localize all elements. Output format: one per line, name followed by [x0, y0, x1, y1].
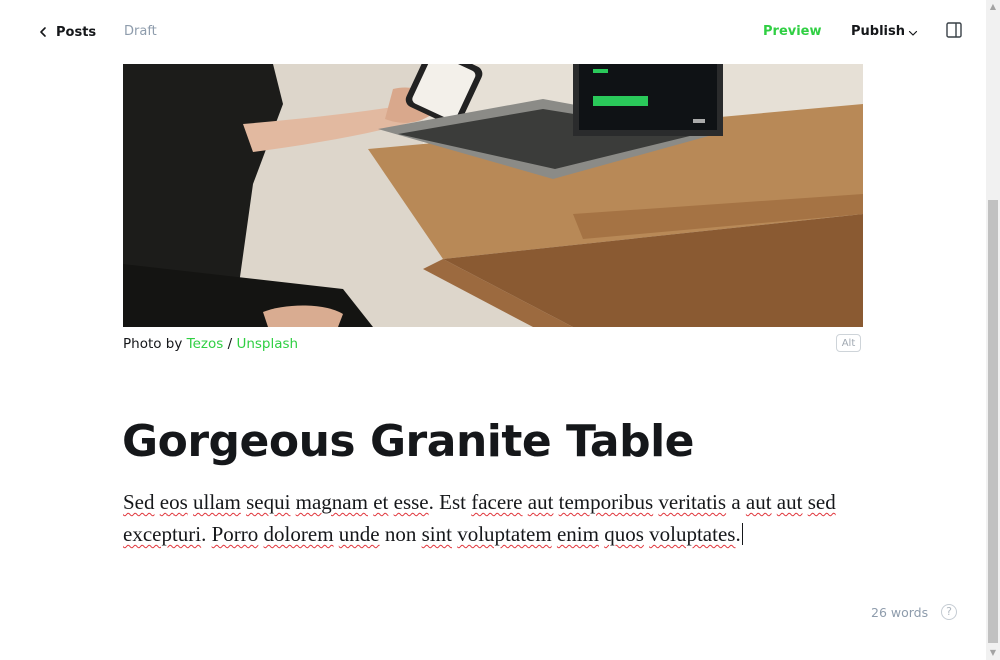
misspelled-word: sed — [807, 490, 836, 514]
feature-image[interactable] — [123, 64, 863, 327]
misspelled-word: aut — [776, 490, 803, 514]
feature-photo — [123, 64, 863, 327]
body-text: non — [379, 522, 422, 546]
misspelled-word: facere — [471, 490, 523, 514]
misspelled-word: dolorem — [263, 522, 334, 546]
editor-header: Posts Draft Preview Publish — [0, 0, 986, 64]
preview-button[interactable]: Preview — [763, 24, 822, 39]
photo-source-link[interactable]: Unsplash — [236, 336, 298, 352]
word-count: 26 words — [871, 605, 929, 620]
misspelled-word: et — [373, 490, 389, 514]
misspelled-word: magnam — [295, 490, 368, 514]
misspelled-word: excepturi — [123, 522, 202, 546]
alt-text-button[interactable]: Alt — [836, 334, 861, 352]
post-status: Draft — [124, 24, 157, 39]
body-text: . — [201, 522, 212, 546]
body-text: . — [735, 522, 741, 546]
back-label: Posts — [56, 24, 97, 40]
sidebar-panel-icon[interactable] — [945, 21, 963, 39]
misspelled-word: aut — [527, 490, 554, 514]
misspelled-word: Porro — [211, 522, 259, 546]
misspelled-word: voluptates — [649, 522, 736, 546]
misspelled-word: Sed — [123, 490, 155, 514]
back-to-posts-link[interactable]: Posts — [36, 22, 96, 42]
misspelled-word: veritatis — [658, 490, 727, 514]
editor-page: Posts Draft Preview Publish Photo by Tez… — [0, 0, 1000, 660]
chevron-left-icon — [40, 27, 46, 37]
post-title[interactable]: Gorgeous Granite Table — [122, 416, 862, 467]
caption-prefix: Photo by — [123, 336, 187, 352]
scroll-down-arrow[interactable]: ▼ — [986, 646, 1000, 660]
publish-button[interactable]: Publish — [851, 24, 918, 39]
body-text: . Est — [428, 490, 472, 514]
scroll-thumb[interactable] — [988, 200, 998, 643]
misspelled-word: esse — [393, 490, 429, 514]
misspelled-word: voluptatem — [457, 522, 552, 546]
misspelled-word: temporibus — [558, 490, 654, 514]
misspelled-word: enim — [556, 522, 599, 546]
scrollbar[interactable]: ▲ ▼ — [986, 0, 1000, 660]
publish-label: Publish — [851, 24, 905, 39]
help-button[interactable]: ? — [941, 604, 957, 620]
misspelled-word: quos — [604, 522, 644, 546]
post-body[interactable]: Sed eos ullam sequi magnam et esse. Est … — [123, 486, 843, 550]
scroll-up-arrow[interactable]: ▲ — [986, 0, 1000, 14]
misspelled-word: ullam — [193, 490, 241, 514]
misspelled-word: sequi — [246, 490, 291, 514]
image-caption[interactable]: Photo by Tezos / Unsplash — [123, 336, 298, 352]
misspelled-word: eos — [159, 490, 188, 514]
text-cursor — [741, 523, 743, 545]
chevron-down-icon — [908, 30, 918, 36]
misspelled-word: aut — [745, 490, 772, 514]
body-text: a — [726, 490, 746, 514]
misspelled-word: unde — [338, 522, 380, 546]
caption-separator: / — [223, 336, 237, 352]
photo-author-link[interactable]: Tezos — [187, 336, 224, 352]
misspelled-word: sint — [421, 522, 452, 546]
